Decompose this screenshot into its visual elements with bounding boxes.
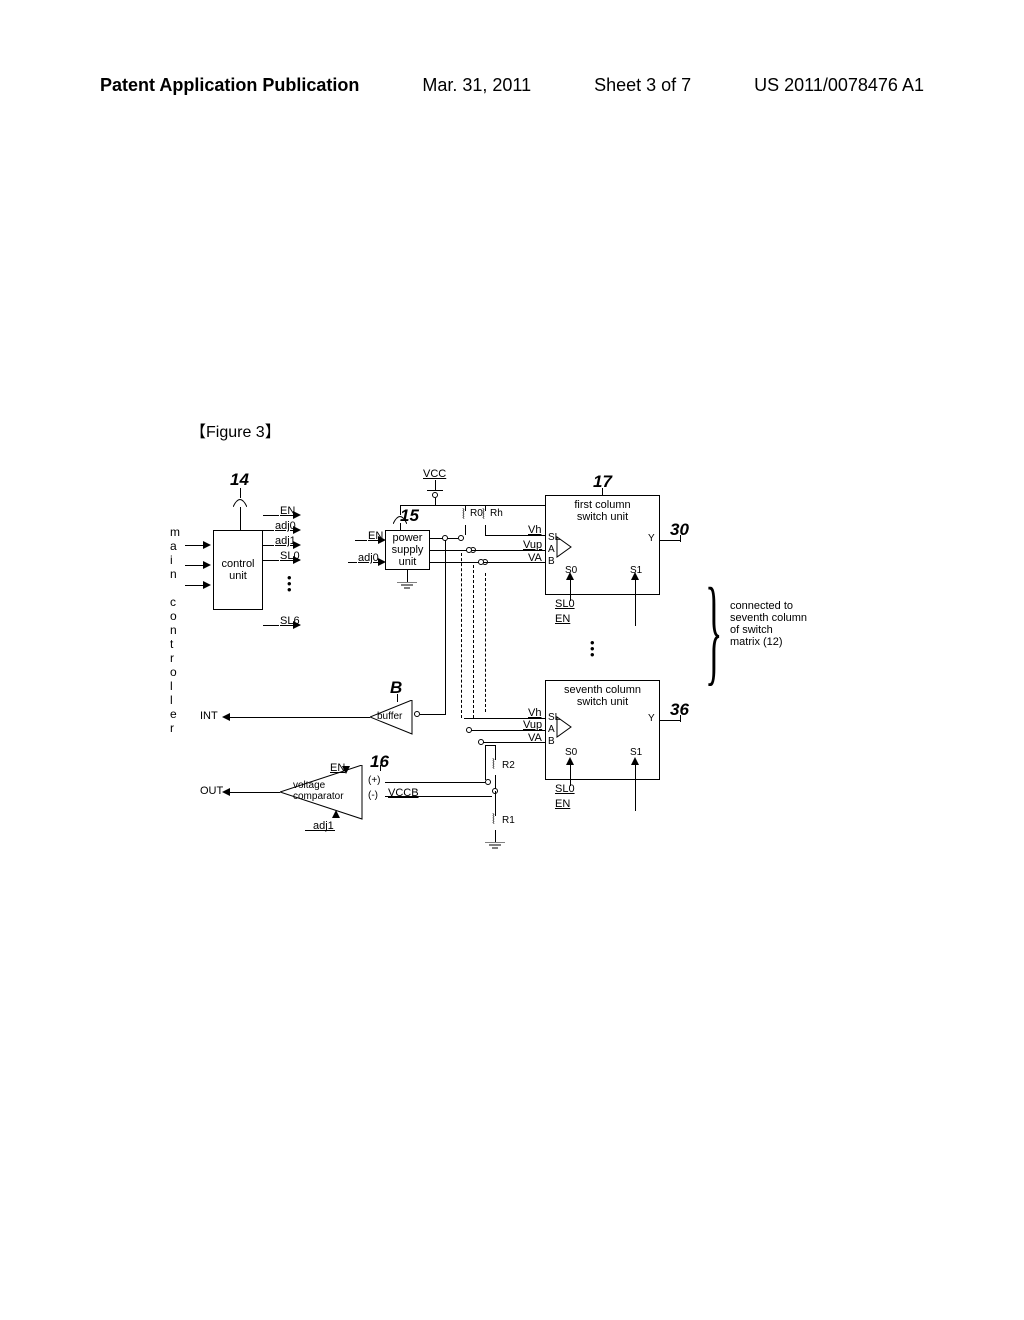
sig-plus: (+) — [368, 775, 381, 786]
sig-r0: R0 — [470, 508, 483, 519]
sig-out: OUT — [200, 785, 223, 797]
sig-b-2: B — [548, 736, 555, 747]
sig-y-2: Y — [648, 713, 655, 724]
sig-b-1: B — [548, 556, 555, 567]
control-unit: control unit — [213, 530, 263, 610]
sig-vup-1: Vup — [523, 539, 542, 551]
sig-r1: R1 — [502, 815, 515, 826]
ref-14: 14 — [230, 470, 249, 490]
main-controller-label: main controller — [170, 525, 180, 735]
sig-r2: R2 — [502, 760, 515, 771]
sig-a-1: A — [548, 544, 555, 555]
sig-sl0-3: SL0 — [555, 783, 575, 795]
sig-vup-2: Vup — [523, 719, 542, 731]
header-pubno: US 2011/0078476 A1 — [754, 75, 924, 96]
figure-label: 【Figure 3】 — [190, 418, 281, 442]
sig-en-4: EN — [555, 798, 570, 810]
voltage-comparator-label: voltage comparator — [293, 780, 344, 802]
sig-rh: Rh — [490, 508, 503, 519]
connected-text: connected to seventh column of switch ma… — [730, 600, 807, 648]
power-supply-unit: power supply unit — [385, 530, 430, 570]
brace-icon: } — [705, 570, 722, 690]
sig-vh-1: Vh — [528, 524, 541, 536]
sig-va-1: VA — [528, 552, 542, 564]
sig-vccb: VCCB — [388, 787, 419, 799]
sig-vh-2: Vh — [528, 707, 541, 719]
header-sheet: Sheet 3 of 7 — [594, 75, 691, 96]
sig-a-2: A — [548, 724, 555, 735]
sig-adj0-2: adj0 — [358, 552, 379, 564]
sig-minus: (-) — [368, 790, 378, 801]
sig-en-3: EN — [555, 613, 570, 625]
sig-va-2: VA — [528, 732, 542, 744]
circuit-diagram: main controller control unit 14 EN adj0 … — [175, 470, 855, 910]
sig-y-1: Y — [648, 533, 655, 544]
buffer-label: buffer — [377, 711, 402, 722]
sig-int: INT — [200, 710, 218, 722]
sig-sl0-2: SL0 — [555, 598, 575, 610]
header-date: Mar. 31, 2011 — [422, 75, 531, 96]
sig-vcc: VCC — [423, 468, 446, 480]
header-left: Patent Application Publication — [100, 75, 359, 96]
